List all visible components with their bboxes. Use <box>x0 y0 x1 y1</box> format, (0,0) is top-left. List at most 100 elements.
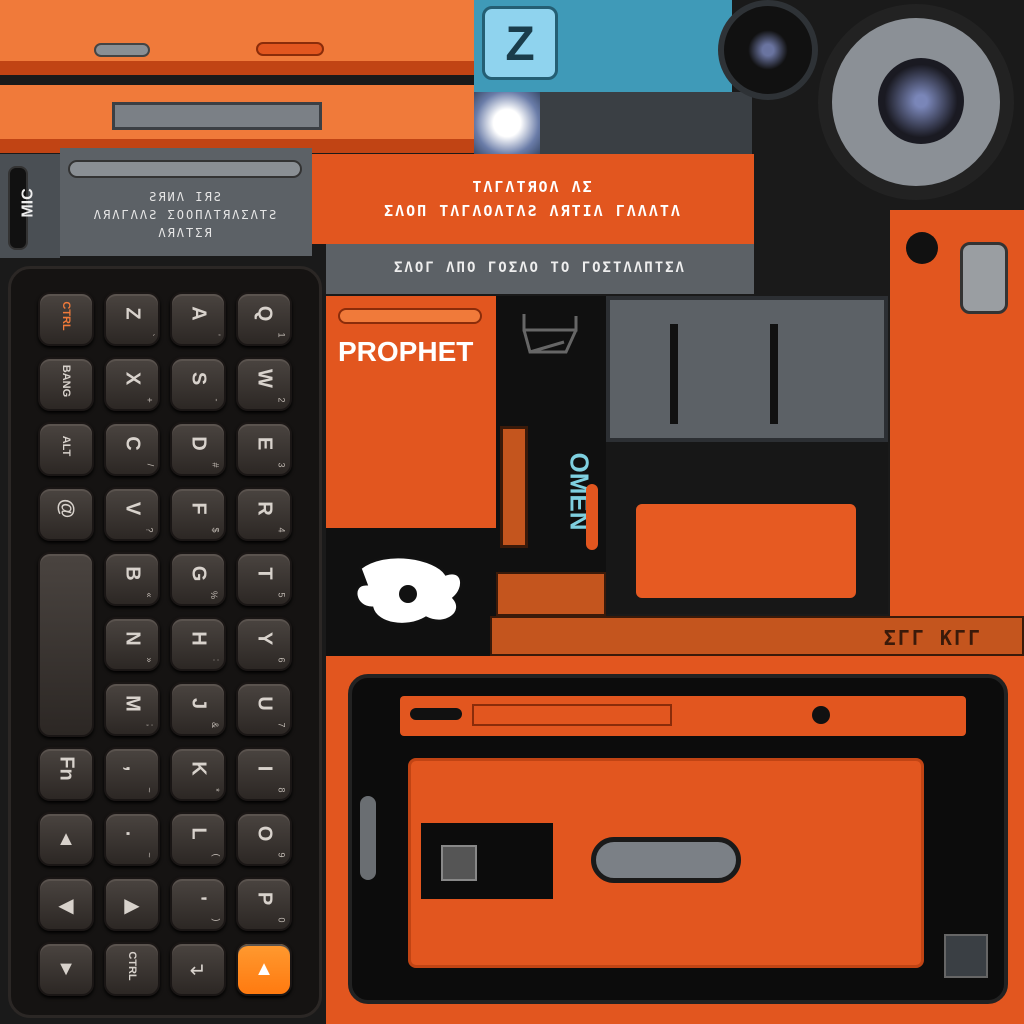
camera-lens-large <box>818 4 1014 200</box>
key-7-1[interactable]: , ~ <box>104 747 160 801</box>
key-sublabel: « <box>144 592 155 598</box>
key-label: J <box>187 697 210 710</box>
prophet-slot <box>338 308 482 324</box>
logo-panel: OMEN <box>496 296 606 572</box>
key-sublabel: 3 <box>276 462 287 468</box>
key-3-3[interactable]: R4 <box>236 487 292 541</box>
slot-bar <box>112 102 322 130</box>
key-label: H <box>187 631 210 646</box>
alien-banner-2: ΣΛΟΠ ΤΛΓΛΟΛΤΛƧ ΛЯΤΙΛ ΓΛΛΛΤΛ <box>384 202 682 220</box>
wood-bar-small <box>496 572 606 616</box>
key-8-3[interactable]: O9 <box>236 812 292 866</box>
key-10-3[interactable]: ▲ <box>236 942 292 996</box>
key-label: K <box>187 761 210 776</box>
phone-bezel <box>348 674 1008 1004</box>
key-9-0[interactable]: ◀ <box>38 877 94 931</box>
key-1-1[interactable]: X + <box>104 357 160 411</box>
key-2-0[interactable]: ALT <box>38 422 94 476</box>
battery-housing <box>606 296 888 442</box>
key-10-1[interactable]: CTRL <box>104 942 160 996</box>
key-sublabel: 0 <box>276 917 287 923</box>
key-8-0[interactable]: ▲ <box>38 812 94 866</box>
brand-label: PROPHET <box>338 336 474 367</box>
key-sublabel: / <box>145 463 156 467</box>
strip-hole <box>906 232 938 264</box>
key-6-2[interactable]: J & <box>170 682 226 736</box>
key-9-2[interactable]: ') <box>170 877 226 931</box>
key-label: I <box>253 765 276 772</box>
key-sublabel: - <box>211 398 222 402</box>
key-label: V <box>121 501 144 516</box>
key-2-2[interactable]: D # <box>170 422 226 476</box>
key-label: N <box>121 631 144 646</box>
omen-bar <box>586 484 598 550</box>
screen-pill-button[interactable] <box>591 837 741 883</box>
home-button[interactable] <box>944 934 988 978</box>
key-sublabel: 5 <box>276 592 287 598</box>
alien-line-1: ƧЯИΛ ΙЯƧ <box>149 190 223 204</box>
key-0-2[interactable]: A ' <box>170 292 226 346</box>
key-9-3[interactable]: P0 <box>236 877 292 931</box>
key-2-3[interactable]: E3 <box>236 422 292 476</box>
panel-slot <box>68 160 302 178</box>
top-slab-1 <box>0 0 474 75</box>
key-sublabel: & <box>209 721 220 729</box>
key-3-2[interactable]: F $ <box>170 487 226 541</box>
key-0-3[interactable]: Q1 <box>236 292 292 346</box>
key-3-1[interactable]: V? <box>104 487 160 541</box>
front-camera <box>812 706 830 724</box>
key-5-2[interactable]: H: <box>170 617 226 671</box>
key-sublabel: ` <box>145 333 156 337</box>
key-sublabel: 2 <box>276 397 287 403</box>
status-bar <box>472 704 672 726</box>
key-label: Q <box>253 305 276 322</box>
phone-top-bar <box>400 696 966 736</box>
wood-bar-long: ΣΓΓ ΚΓΓ <box>490 616 1024 656</box>
phone-side-button[interactable] <box>360 796 376 880</box>
key-1-0[interactable]: BANG <box>38 357 94 411</box>
key-2-1[interactable]: C / <box>104 422 160 476</box>
key-5-1[interactable]: N» <box>104 617 160 671</box>
key-4-1[interactable]: B « <box>104 552 160 606</box>
strip-badge <box>960 242 1008 314</box>
key-label: F <box>187 502 210 515</box>
camera-lens-small <box>718 0 818 100</box>
key-label: @ <box>55 498 78 519</box>
key-sublabel: ; <box>145 723 156 727</box>
key-label: ▶ <box>124 895 140 917</box>
key-4-2[interactable]: G% <box>170 552 226 606</box>
ghost-emblem-icon <box>354 555 463 626</box>
key-1-3[interactable]: W2 <box>236 357 292 411</box>
key-8-1[interactable]: . ~ <box>104 812 160 866</box>
key-5-3[interactable]: Y6 <box>236 617 292 671</box>
speaker-slot <box>410 708 462 720</box>
key-6-3[interactable]: U7 <box>236 682 292 736</box>
phone-screen[interactable] <box>408 758 924 968</box>
key-sublabel: ? <box>144 527 155 533</box>
key-3-0[interactable]: @ <box>38 487 94 541</box>
app-icon: Z <box>482 6 558 80</box>
key-label: P <box>253 891 276 906</box>
key-sublabel: 8 <box>276 787 287 793</box>
key-sublabel: + <box>144 397 155 403</box>
key-0-0[interactable]: CTRL <box>38 292 94 346</box>
key-1-2[interactable]: S- <box>170 357 226 411</box>
alien-line-3: ΛЯΛΤΣЯ <box>158 226 214 240</box>
key-7-2[interactable]: K * <box>170 747 226 801</box>
key-sublabel: : <box>211 658 222 662</box>
keyboard-space-bar[interactable] <box>38 552 94 737</box>
top-slab-2 <box>0 85 474 153</box>
key-0-1[interactable]: Z ` <box>104 292 160 346</box>
key-9-1[interactable]: ▶ <box>104 877 160 931</box>
key-label: , <box>121 765 144 772</box>
key-10-0[interactable]: ▼ <box>38 942 94 996</box>
key-label: D <box>187 436 210 451</box>
key-7-3[interactable]: I8 <box>236 747 292 801</box>
key-label: ' <box>187 896 210 901</box>
key-10-2[interactable]: ↵ <box>170 942 226 996</box>
key-7-0[interactable]: Fn <box>38 747 94 801</box>
key-4-3[interactable]: T5 <box>236 552 292 606</box>
key-6-1[interactable]: M; <box>104 682 160 736</box>
key-8-2[interactable]: L( <box>170 812 226 866</box>
key-label: ◀ <box>58 895 74 917</box>
